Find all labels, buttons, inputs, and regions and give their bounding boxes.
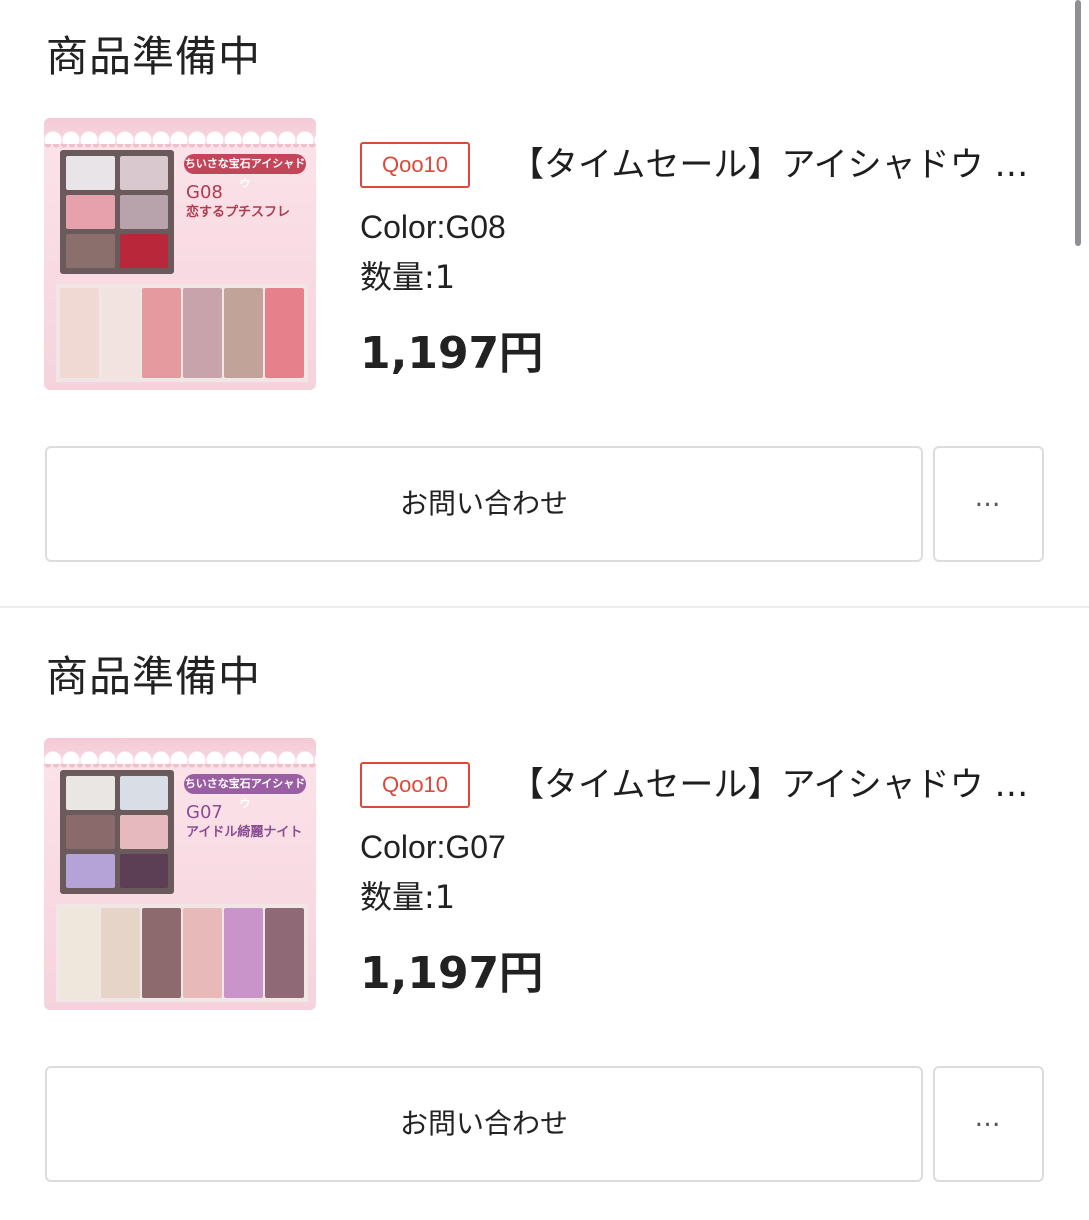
more-options-button[interactable]: … <box>933 446 1044 562</box>
product-color: Color:G08 <box>360 209 506 245</box>
swatch <box>142 908 181 998</box>
shade-name: 恋するプチスフレ <box>186 205 291 220</box>
inquiry-button[interactable]: お問い合わせ <box>45 446 923 562</box>
swatch <box>265 288 304 378</box>
product-thumbnail[interactable]: ちいさな宝石アイシャドウ G07 アイドル綺麗ナイト <box>44 738 316 1010</box>
palette-pan <box>66 156 115 190</box>
palette-pan <box>119 854 168 888</box>
order-card: 商品準備中 ちいさな宝石アイシャドウ G07 アイドル綺麗ナイト Qoo10 【… <box>0 620 1089 1220</box>
swatch <box>60 908 99 998</box>
palette-image <box>60 150 174 274</box>
swatch <box>183 288 222 378</box>
shade-code: G08 <box>186 182 223 203</box>
product-quantity: 数量:1 <box>360 878 456 916</box>
swatch <box>142 288 181 378</box>
order-status: 商品準備中 <box>46 652 262 701</box>
palette-pan <box>66 234 115 268</box>
palette-pan <box>66 776 115 810</box>
order-status: 商品準備中 <box>46 32 262 81</box>
swatch <box>60 288 99 378</box>
more-icon: … <box>974 483 1003 513</box>
swatch-strip <box>56 904 308 1002</box>
palette-pan <box>66 195 115 229</box>
product-title[interactable]: 【タイムセール】アイシャドウ … <box>510 140 1030 190</box>
palette-image <box>60 770 174 894</box>
product-title[interactable]: 【タイムセール】アイシャドウ … <box>510 760 1030 810</box>
product-quantity: 数量:1 <box>360 258 456 296</box>
swatch <box>224 288 263 378</box>
palette-pan <box>119 195 168 229</box>
product-price: 1,197円 <box>360 948 544 999</box>
swatch <box>265 908 304 998</box>
more-options-button[interactable]: … <box>933 1066 1044 1182</box>
swatch <box>224 908 263 998</box>
store-badge: Qoo10 <box>360 762 470 808</box>
palette-pan <box>119 776 168 810</box>
order-divider <box>0 606 1089 608</box>
swatch-strip <box>56 284 308 382</box>
product-thumbnail[interactable]: ちいさな宝石アイシャドウ G08 恋するプチスフレ <box>44 118 316 390</box>
palette-pan <box>119 815 168 849</box>
palette-pan <box>119 156 168 190</box>
shade-code: G07 <box>186 802 223 823</box>
store-badge: Qoo10 <box>360 142 470 188</box>
swatch <box>101 288 140 378</box>
palette-pan <box>66 854 115 888</box>
more-icon: … <box>974 1103 1003 1133</box>
swatch <box>183 908 222 998</box>
lace-decoration <box>44 738 316 766</box>
inquiry-button[interactable]: お問い合わせ <box>45 1066 923 1182</box>
product-color: Color:G07 <box>360 829 506 865</box>
lace-decoration <box>44 118 316 146</box>
swatch <box>101 908 140 998</box>
palette-pan <box>66 815 115 849</box>
product-price: 1,197円 <box>360 328 544 379</box>
palette-pan <box>119 234 168 268</box>
product-tag: ちいさな宝石アイシャドウ <box>184 774 306 810</box>
order-card: 商品準備中 ちいさな宝石アイシャドウ G08 恋するプチスフレ Qoo10 【タ… <box>0 0 1089 600</box>
product-tag: ちいさな宝石アイシャドウ <box>184 154 306 190</box>
shade-name: アイドル綺麗ナイト <box>186 825 303 840</box>
